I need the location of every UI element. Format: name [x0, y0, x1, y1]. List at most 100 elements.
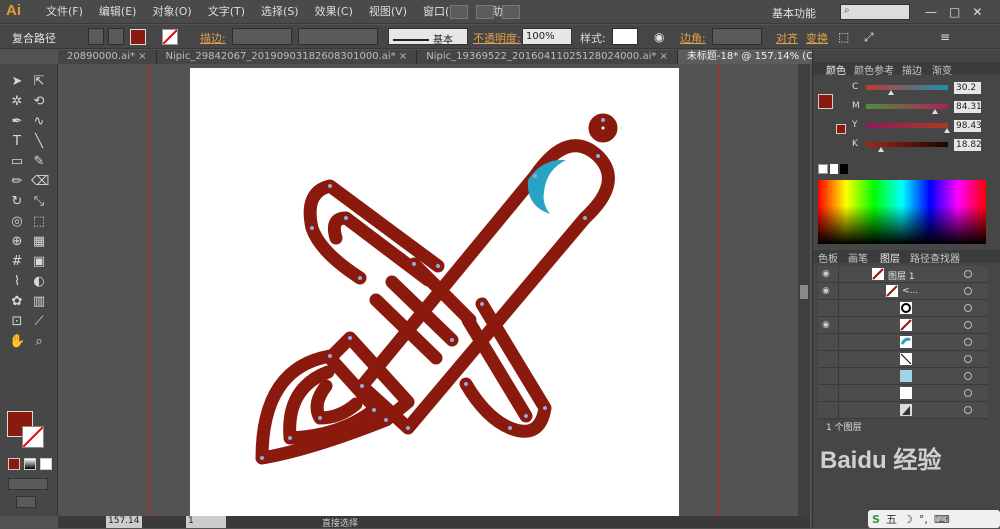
pencil-icon[interactable]: ✏	[9, 174, 25, 190]
layer-row[interactable]	[818, 300, 988, 317]
lock-column[interactable]	[838, 283, 839, 300]
type-tool-icon[interactable]: T	[9, 134, 25, 150]
layer-row[interactable]: ◉	[818, 317, 988, 334]
stroke-color-button[interactable]	[162, 29, 178, 45]
ime-punct-icon[interactable]: °,	[919, 513, 928, 526]
gpu-preview-button[interactable]	[502, 5, 520, 19]
eraser-icon[interactable]: ⌫	[31, 174, 49, 190]
opacity-label[interactable]: 不透明度:	[473, 30, 521, 46]
ime-keyboard-icon[interactable]: ⌨	[934, 513, 950, 526]
channel-value-field[interactable]: 18.82	[954, 139, 982, 151]
lock-column[interactable]	[838, 300, 839, 317]
target-circle-icon[interactable]	[964, 304, 972, 312]
tab-swatches[interactable]: 色板	[818, 250, 838, 265]
stroke-label[interactable]: 描边:	[200, 30, 226, 46]
workspace-switcher[interactable]: 基本功能	[772, 5, 816, 21]
graphic-style-select[interactable]	[612, 28, 638, 45]
panel-fill-swatch[interactable]	[818, 94, 833, 109]
channel-slider[interactable]	[866, 85, 948, 90]
tab-gradient[interactable]: 渐变	[932, 62, 952, 77]
lock-column[interactable]	[838, 351, 839, 368]
menu-item[interactable]: 文字(T)	[200, 0, 253, 24]
transform-each-icon[interactable]: ⬚	[838, 30, 849, 44]
isolate-icon[interactable]	[88, 28, 104, 45]
artboard[interactable]	[190, 68, 679, 520]
target-circle-icon[interactable]	[964, 372, 972, 380]
layer-row[interactable]	[818, 402, 988, 419]
hand-tool-icon[interactable]: ✋	[9, 334, 25, 350]
stroke-swatch[interactable]	[22, 426, 44, 448]
out-of-gamut-swatch[interactable]	[836, 124, 846, 134]
scrollbar-thumb[interactable]	[800, 285, 808, 299]
rotate-tool-icon[interactable]: ↻	[9, 194, 25, 210]
tab-color[interactable]: 颜色	[826, 62, 846, 77]
ime-moon-icon[interactable]: ☽	[903, 513, 913, 526]
flip-icon[interactable]: ⤢	[864, 30, 874, 45]
target-circle-icon[interactable]	[964, 270, 972, 278]
ime-toolbar[interactable]: S 五 ☽ °, ⌨	[868, 510, 1000, 528]
layer-row[interactable]	[818, 351, 988, 368]
document-tab[interactable]: Nipic_19369522_20160411025128024000.ai* …	[417, 50, 678, 64]
transform-link[interactable]: 变换	[806, 30, 828, 46]
target-circle-icon[interactable]	[964, 355, 972, 363]
blend-tool-icon[interactable]: ◐	[31, 274, 47, 290]
corner-radius-field[interactable]	[712, 28, 762, 45]
channel-value-field[interactable]: 84.31	[954, 101, 982, 113]
target-circle-icon[interactable]	[964, 338, 972, 346]
white-swatch[interactable]	[830, 164, 838, 174]
close-tab-icon[interactable]: ×	[135, 51, 146, 62]
none-swatch[interactable]	[818, 164, 828, 174]
pen-tool-icon[interactable]: ✒	[9, 114, 25, 130]
tab-pathfinder[interactable]: 路径查找器	[910, 250, 960, 265]
layer-row[interactable]	[818, 385, 988, 402]
panel-menu-icon[interactable]: ≡	[940, 30, 950, 44]
lock-column[interactable]	[838, 385, 839, 402]
close-tab-icon[interactable]: ×	[656, 51, 668, 62]
gradient-tool-icon[interactable]: ▣	[31, 254, 47, 270]
layer-row[interactable]	[818, 334, 988, 351]
maximize-button[interactable]: □	[949, 5, 960, 19]
eyedropper-icon[interactable]: ⌇	[9, 274, 25, 290]
tab-layers[interactable]: 图层	[880, 250, 900, 265]
close-button[interactable]: ✕	[972, 5, 982, 19]
tab-color-guide[interactable]: 颜色参考	[854, 62, 894, 77]
artboard-number-field[interactable]: 1	[186, 516, 226, 528]
target-circle-icon[interactable]	[964, 389, 972, 397]
stroke-weight-field[interactable]	[232, 28, 292, 45]
slider-thumb[interactable]	[887, 90, 894, 95]
none-mode-button[interactable]	[40, 458, 52, 470]
menu-item[interactable]: 编辑(E)	[91, 0, 145, 24]
menu-item[interactable]: 选择(S)	[253, 0, 307, 24]
artboard-tool-icon[interactable]: ⊡	[9, 314, 25, 330]
visibility-eye-icon[interactable]: ◉	[822, 320, 830, 330]
ime-mode-label[interactable]: 五	[886, 511, 897, 527]
lasso-icon[interactable]: ⟲	[31, 94, 47, 110]
slice-tool-icon[interactable]: ⟋	[31, 314, 47, 330]
shape-builder-icon[interactable]: ⊕	[9, 234, 25, 250]
graph-tool-icon[interactable]: ▥	[31, 294, 47, 310]
gradient-mode-button[interactable]	[24, 458, 36, 470]
tab-brushes[interactable]: 画笔	[848, 250, 868, 265]
document-tab[interactable]: 20890000.ai* ×	[58, 50, 157, 64]
slider-thumb[interactable]	[878, 147, 885, 152]
selection-tool-icon[interactable]: ➤	[9, 74, 25, 90]
rectangle-tool-icon[interactable]: ▭	[9, 154, 25, 170]
lock-column[interactable]	[838, 368, 839, 385]
layer-row[interactable]: ◉ <...	[818, 283, 988, 300]
rocket-artwork[interactable]	[190, 68, 679, 520]
target-circle-icon[interactable]	[964, 321, 972, 329]
slider-thumb[interactable]	[932, 109, 939, 114]
layer-row[interactable]: ◉ 图层 1	[818, 266, 988, 283]
corner-label[interactable]: 边角:	[680, 30, 706, 46]
target-circle-icon[interactable]	[964, 287, 972, 295]
visibility-eye-icon[interactable]: ◉	[822, 269, 830, 279]
zoom-field[interactable]: 157.14	[106, 516, 142, 528]
lock-column[interactable]	[838, 334, 839, 351]
drawing-mode-buttons[interactable]	[8, 478, 48, 490]
curvature-tool-icon[interactable]: ∿	[31, 114, 47, 130]
recolor-icon[interactable]: ◉	[654, 30, 664, 44]
bridge-button[interactable]	[450, 5, 468, 19]
scale-tool-icon[interactable]: ⤡	[31, 194, 47, 210]
black-swatch[interactable]	[840, 164, 848, 174]
variable-width-field[interactable]	[298, 28, 378, 45]
